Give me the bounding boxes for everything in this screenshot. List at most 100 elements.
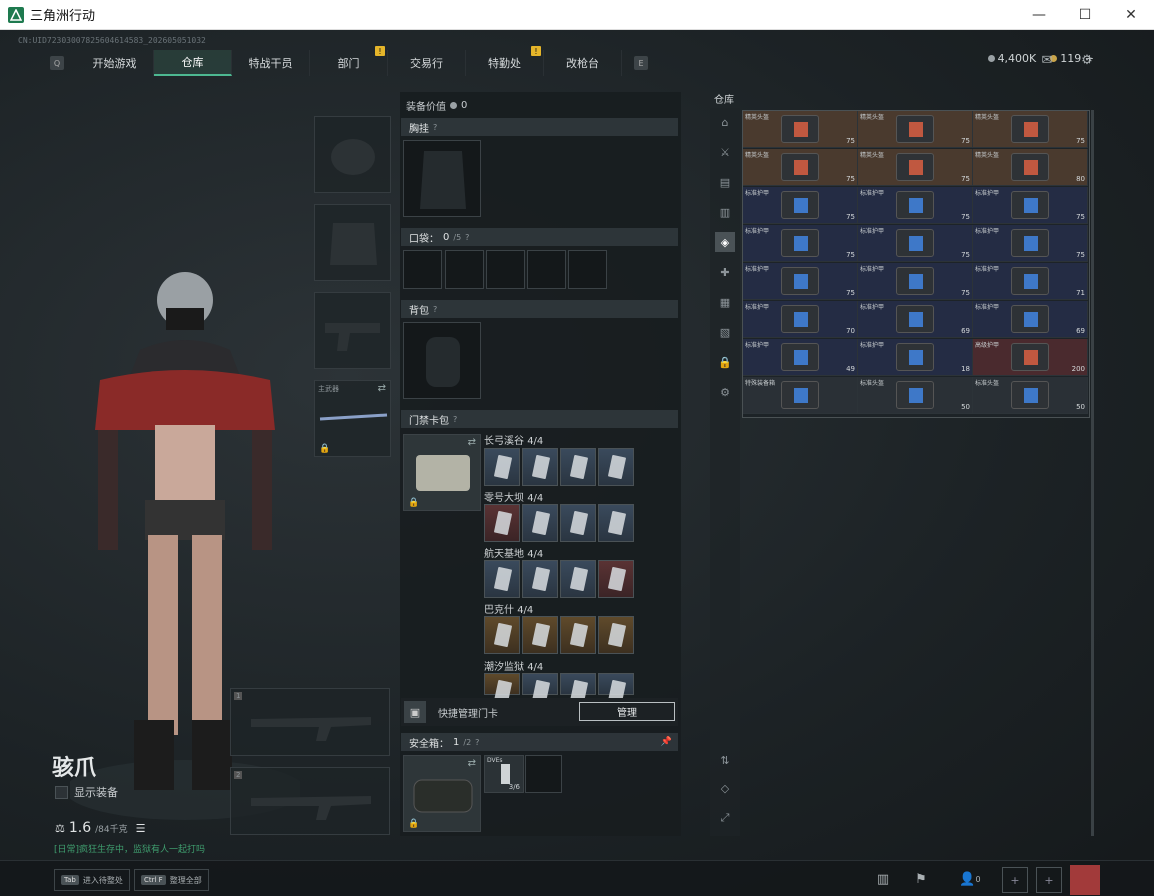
keycard[interactable] <box>522 560 558 598</box>
tab-operators[interactable]: 特战干员 <box>232 50 310 76</box>
warehouse-scrollbar[interactable] <box>1091 110 1094 836</box>
keycard[interactable] <box>484 504 520 542</box>
warehouse-item[interactable]: 标准护甲 69 <box>973 301 1088 338</box>
warehouse-armor-icon[interactable]: ◈ <box>715 232 735 252</box>
warehouse-item[interactable]: 高级护甲 200 <box>973 339 1088 376</box>
safebox-empty-slot[interactable] <box>525 755 562 793</box>
tab-start-game[interactable]: 开始游戏 <box>76 50 154 76</box>
tab-department[interactable]: 部门! <box>310 46 388 76</box>
add-squad-button[interactable]: + <box>1036 867 1062 893</box>
tab-gunsmith[interactable]: 改枪台 <box>544 50 622 76</box>
keycard[interactable] <box>560 673 596 695</box>
help-icon[interactable]: ? <box>465 233 469 242</box>
nav-next-key[interactable]: E <box>634 56 648 70</box>
settings-gear-icon[interactable]: ⚙ <box>715 382 735 402</box>
pocket-slot[interactable] <box>527 250 566 289</box>
flag-icon[interactable]: ⚑ <box>911 871 931 887</box>
keycard[interactable] <box>522 504 558 542</box>
warehouse-item[interactable]: 特殊装备箱 <box>743 377 858 414</box>
mail-icon[interactable]: ✉ <box>1037 52 1057 68</box>
show-equipment-checkbox[interactable] <box>55 785 68 799</box>
pistol-slot[interactable] <box>314 292 391 369</box>
layers-icon[interactable]: ◇ <box>715 778 735 798</box>
safebox-item[interactable]: DVEs 3/6 <box>484 755 524 793</box>
warehouse-item[interactable]: 精英头盔 75 <box>743 149 858 186</box>
warehouse-item[interactable]: 精英头盔 75 <box>973 111 1088 148</box>
pocket-slot[interactable] <box>486 250 525 289</box>
expand-icon[interactable]: ⤢ <box>715 808 735 828</box>
swap-icon[interactable]: ⇄ <box>468 437 476 448</box>
help-icon[interactable]: ? <box>453 415 457 424</box>
close-button[interactable]: ✕ <box>1108 0 1154 30</box>
warehouse-item[interactable]: 精英头盔 80 <box>973 149 1088 186</box>
warehouse-keys-icon[interactable]: ▦ <box>715 292 735 312</box>
warehouse-item[interactable]: 标准护甲 75 <box>743 263 858 300</box>
warehouse-item[interactable]: 精英头盔 75 <box>858 149 973 186</box>
tab-trading[interactable]: 交易行 <box>388 50 466 76</box>
keycard[interactable] <box>484 616 520 654</box>
hint-sort-all[interactable]: Ctrl F 整理全部 <box>134 869 209 891</box>
warehouse-item[interactable]: 精英头盔 75 <box>743 111 858 148</box>
chest-rig-slot[interactable] <box>403 140 481 217</box>
warehouse-item[interactable]: 标准护甲 75 <box>973 187 1088 224</box>
player-avatar[interactable] <box>1070 865 1100 895</box>
keycard[interactable] <box>560 560 596 598</box>
nav-prev-key[interactable]: Q <box>50 56 64 70</box>
keycard[interactable] <box>598 560 634 598</box>
keycard[interactable] <box>522 673 558 695</box>
add-squad-button[interactable]: + <box>1002 867 1028 893</box>
tab-special-ops[interactable]: 特勤处! <box>466 46 544 76</box>
warehouse-item[interactable]: 标准护甲 18 <box>858 339 973 376</box>
pocket-slot[interactable] <box>445 250 484 289</box>
warehouse-item[interactable]: 标准护甲 75 <box>858 187 973 224</box>
keycard[interactable] <box>598 504 634 542</box>
warehouse-ammo-icon[interactable]: ▤ <box>715 172 735 192</box>
keycard[interactable] <box>522 616 558 654</box>
manage-keycards-button[interactable]: 管理 <box>579 702 675 721</box>
warehouse-all-icon[interactable]: ⌂ <box>715 112 735 132</box>
help-icon[interactable]: ? <box>433 305 437 314</box>
tab-warehouse[interactable]: 仓库 <box>154 50 232 76</box>
primary-weapon-slot-2[interactable]: 2 <box>230 767 390 835</box>
warehouse-weapons-icon[interactable]: ⚔ <box>715 142 735 162</box>
warehouse-item[interactable]: 标准头盔 50 <box>973 377 1088 414</box>
safebox-slot[interactable]: ⇄ 🔒 <box>403 755 481 832</box>
list-icon[interactable]: ☰ <box>136 822 146 835</box>
pocket-slot[interactable] <box>568 250 607 289</box>
maximize-button[interactable]: ☐ <box>1062 0 1108 30</box>
warehouse-medical-icon[interactable]: ✚ <box>715 262 735 282</box>
warehouse-item[interactable]: 标准头盔 50 <box>858 377 973 414</box>
lock-icon[interactable]: 🔒 <box>715 352 735 372</box>
keycard[interactable] <box>560 448 596 486</box>
warehouse-item[interactable]: 标准护甲 75 <box>858 225 973 262</box>
help-icon[interactable]: ? <box>433 123 437 132</box>
armor-slot[interactable] <box>314 204 391 281</box>
warehouse-item[interactable]: 标准护甲 75 <box>858 263 973 300</box>
pin-icon[interactable]: 📌 <box>661 737 672 747</box>
friends-icon[interactable]: 👤 0 <box>955 871 985 887</box>
settings-gear-icon[interactable]: ⚙ <box>1077 52 1097 68</box>
keycard[interactable] <box>484 560 520 598</box>
warehouse-item[interactable]: 标准护甲 69 <box>858 301 973 338</box>
warehouse-item[interactable]: 标准护甲 49 <box>743 339 858 376</box>
helmet-slot[interactable] <box>314 116 391 193</box>
sort-icon[interactable]: ⇅ <box>715 750 735 770</box>
keycard[interactable] <box>484 673 520 695</box>
keycard[interactable] <box>522 448 558 486</box>
melee-slot[interactable]: 主武器 ⇄ 🔒 <box>314 380 391 457</box>
warehouse-item[interactable]: 精英头盔 75 <box>858 111 973 148</box>
pocket-slot[interactable] <box>403 250 442 289</box>
swap-icon[interactable]: ⇄ <box>468 758 476 769</box>
show-equipment-toggle[interactable]: 显示装备 <box>55 784 118 800</box>
hint-enter-stash[interactable]: Tab 进入待整处 <box>54 869 130 891</box>
stats-icon[interactable]: ▥ <box>873 871 893 887</box>
warehouse-item[interactable]: 标准护甲 75 <box>743 225 858 262</box>
keycard[interactable] <box>484 448 520 486</box>
warehouse-misc-icon[interactable]: ▧ <box>715 322 735 342</box>
warehouse-item[interactable]: 标准护甲 75 <box>743 187 858 224</box>
warehouse-item[interactable]: 标准护甲 70 <box>743 301 858 338</box>
keycard[interactable] <box>598 673 634 695</box>
warehouse-item[interactable]: 标准护甲 75 <box>973 225 1088 262</box>
keycard[interactable] <box>560 504 596 542</box>
swap-icon[interactable]: ⇄ <box>378 383 386 394</box>
